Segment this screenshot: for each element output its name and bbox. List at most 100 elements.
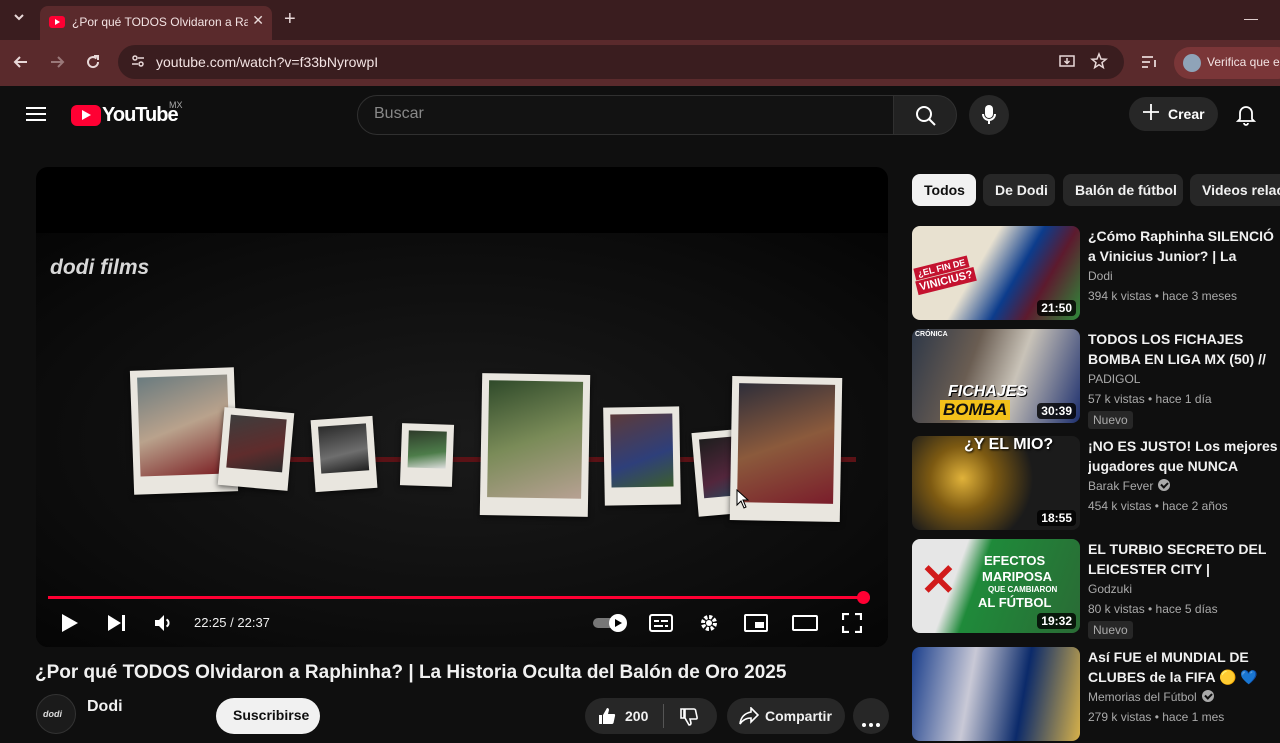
- channel-avatar-text: dodi: [43, 709, 62, 719]
- polaroid-photo: [603, 406, 681, 506]
- recommendation-item[interactable]: Así FUE el MUNDIAL DE CLUBES de la FIFA …: [912, 647, 1280, 743]
- create-button[interactable]: Crear: [1129, 97, 1218, 131]
- recommendation-meta: 279 k vistas • hace 1 mes: [1088, 710, 1225, 724]
- tab-title: ¿Por qué TODOS Olvidaron a Raphinha? | L…: [72, 15, 248, 29]
- like-thumb-icon[interactable]: [597, 706, 617, 731]
- recommendation-title[interactable]: TODOS LOS FICHAJES BOMBA EN LIGA MX (50)…: [1088, 329, 1280, 369]
- tab-search-chevron-icon[interactable]: [12, 10, 26, 30]
- volume-icon[interactable]: [154, 614, 172, 637]
- browser-tab-active[interactable]: ¿Por qué TODOS Olvidaron a Raphinha? | L…: [40, 6, 272, 40]
- video-thumbnail[interactable]: ¿Y EL MIO? 18:55: [912, 436, 1080, 530]
- new-tab-button[interactable]: +: [284, 9, 296, 29]
- recommendation-item[interactable]: ¿EL FIN DE VINICIUS? 21:50 ¿Cómo Raphinh…: [912, 226, 1280, 322]
- video-thumbnail[interactable]: ✕ EFECTOS MARIPOSA QUE CAMBIARON AL FÚTB…: [912, 539, 1080, 633]
- recommendation-title[interactable]: ¿Cómo Raphinha SILENCIÓ a Vinicius Junio…: [1088, 226, 1280, 266]
- time-display: 22:25 / 22:37: [194, 615, 270, 630]
- back-arrow-icon[interactable]: [12, 53, 30, 77]
- polaroid-photo: [479, 373, 591, 517]
- channel-name[interactable]: Dodi: [87, 698, 123, 716]
- video-player[interactable]: dodi films 22:25 / 22:37: [36, 167, 888, 647]
- hamburger-menu-icon[interactable]: [26, 106, 46, 127]
- search-box[interactable]: [357, 95, 894, 135]
- chip-videos-relacionados[interactable]: Videos relacionados: [1190, 174, 1280, 206]
- like-dislike-group: 200: [585, 698, 717, 734]
- recommendation-meta: 57 k vistas • hace 1 día: [1088, 392, 1212, 406]
- profile-verify-button[interactable]: Verifica que eres tú: [1174, 47, 1280, 79]
- bookmark-star-icon[interactable]: [1090, 51, 1108, 76]
- video-thumbnail[interactable]: ¿EL FIN DE VINICIUS? 21:50: [912, 226, 1080, 320]
- address-bar[interactable]: youtube.com/watch?v=f33bNyrowpI: [118, 45, 1124, 79]
- more-actions-button[interactable]: [853, 698, 889, 734]
- theater-mode-icon[interactable]: [792, 615, 818, 636]
- fullscreen-icon[interactable]: [841, 612, 863, 638]
- profile-verify-text: Verifica que eres tú: [1207, 55, 1280, 69]
- recommendation-channel[interactable]: Godzuki: [1088, 582, 1132, 596]
- search-input[interactable]: [374, 105, 874, 123]
- video-duration: 18:55: [1037, 510, 1076, 526]
- miniplayer-icon[interactable]: [744, 614, 768, 637]
- more-dots-icon: [862, 714, 880, 732]
- progress-scrubber-handle[interactable]: [856, 591, 870, 604]
- thumbnail-text: MARIPOSA: [982, 569, 1053, 584]
- thumbnail-text: BOMBA: [940, 400, 1011, 420]
- recommendation-channel[interactable]: Memorias del Fútbol: [1088, 690, 1214, 704]
- chip-balon-de-futbol[interactable]: Balón de fútbol: [1063, 174, 1183, 206]
- recommendation-channel[interactable]: Dodi: [1088, 269, 1113, 283]
- subscribe-label: Suscribirse: [233, 707, 310, 723]
- reload-icon[interactable]: [84, 53, 102, 77]
- create-label: Crear: [1168, 106, 1205, 122]
- recommendation-channel-name: Barak Fever: [1088, 479, 1154, 493]
- video-thumbnail[interactable]: CRÓNICA FICHAJES BOMBA 30:39: [912, 329, 1080, 423]
- recommendation-channel-name: Memorias del Fútbol: [1088, 690, 1197, 704]
- recommendation-item[interactable]: CRÓNICA FICHAJES BOMBA 30:39 TODOS LOS F…: [912, 329, 1280, 429]
- recommendation-title[interactable]: ¡NO ES JUSTO! Los mejores jugadores que …: [1088, 436, 1280, 476]
- notifications-bell-icon[interactable]: [1235, 104, 1257, 131]
- verified-check-icon: [1201, 690, 1214, 702]
- forward-arrow-icon[interactable]: [48, 53, 66, 77]
- chip-todos[interactable]: Todos: [912, 174, 976, 206]
- recommendation-meta: 454 k vistas • hace 2 años: [1088, 499, 1228, 513]
- video-thumbnail[interactable]: [912, 647, 1080, 741]
- recommendation-channel[interactable]: Barak Fever: [1088, 479, 1171, 493]
- new-badge: Nuevo: [1088, 411, 1133, 429]
- autoplay-toggle[interactable]: [593, 614, 629, 637]
- channel-avatar[interactable]: dodi: [36, 694, 76, 734]
- url-text: youtube.com/watch?v=f33bNyrowpI: [156, 54, 379, 70]
- chip-de-dodi[interactable]: De Dodi: [983, 174, 1055, 206]
- thumbnail-text: FICHAJES: [948, 383, 1028, 400]
- polaroid-photo: [399, 423, 455, 487]
- youtube-play-logo-icon: [71, 105, 101, 126]
- progress-bar[interactable]: [48, 591, 870, 604]
- settings-gear-icon[interactable]: [698, 612, 720, 639]
- share-label: Compartir: [765, 708, 832, 724]
- recommendation-item[interactable]: ¿Y EL MIO? 18:55 ¡NO ES JUSTO! Los mejor…: [912, 436, 1280, 532]
- youtube-favicon-icon: [49, 16, 65, 28]
- thumbnail-text: ¿Y EL MIO?: [964, 436, 1054, 453]
- recommendation-channel[interactable]: PADIGOL: [1088, 372, 1140, 386]
- voice-search-button[interactable]: [969, 95, 1009, 135]
- install-app-icon[interactable]: [1058, 53, 1076, 77]
- recommendation-meta: 80 k vistas • hace 5 días: [1088, 602, 1218, 616]
- recommendation-item[interactable]: ✕ EFECTOS MARIPOSA QUE CAMBIARON AL FÚTB…: [912, 539, 1280, 639]
- next-video-icon[interactable]: [107, 614, 127, 637]
- thumbnail-text: EFECTOS: [984, 553, 1046, 568]
- reading-list-icon[interactable]: [1140, 54, 1158, 76]
- youtube-logo-text: YouTube: [102, 104, 179, 126]
- subscribe-button[interactable]: Suscribirse: [216, 698, 320, 734]
- recommendation-title[interactable]: Así FUE el MUNDIAL DE CLUBES de la FIFA …: [1088, 647, 1280, 687]
- tab-close-icon[interactable]: ✕: [252, 12, 264, 29]
- thumbnail-text: QUE CAMBIARON: [988, 585, 1058, 594]
- play-icon[interactable]: [61, 613, 79, 638]
- window-minimize-button[interactable]: —: [1244, 8, 1258, 28]
- like-divider: [663, 704, 664, 728]
- site-info-icon[interactable]: [130, 53, 146, 75]
- progress-fill: [48, 596, 863, 599]
- country-code: MX: [169, 100, 183, 110]
- browser-tab-bar: ¿Por qué TODOS Olvidaron a Raphinha? | L…: [0, 0, 1280, 40]
- share-arrow-icon: [739, 706, 760, 730]
- recommendation-title[interactable]: EL TURBIO SECRETO DEL LEICESTER CITY | M…: [1088, 539, 1280, 579]
- plus-icon: [1141, 102, 1161, 126]
- search-button[interactable]: [893, 95, 957, 135]
- share-button[interactable]: Compartir: [727, 698, 845, 734]
- subtitles-icon[interactable]: [649, 614, 673, 637]
